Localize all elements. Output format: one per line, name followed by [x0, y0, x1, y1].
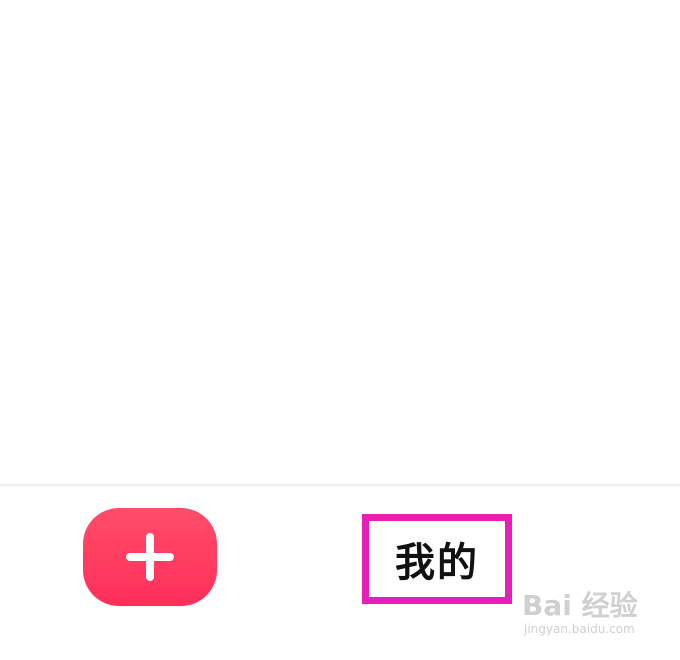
watermark-url: jingyan.baidu.com: [524, 622, 635, 636]
app-screen: 我的 Bai 经验 jingyan.baidu.com: [0, 0, 680, 660]
watermark-main: Bai 经验: [522, 589, 638, 622]
bottom-tab-bar: 我的 Bai 经验 jingyan.baidu.com: [0, 484, 680, 660]
content-area: [0, 0, 680, 484]
watermark: Bai 经验 jingyan.baidu.com: [522, 584, 672, 650]
plus-icon: [126, 533, 174, 581]
tab-me-label: 我的: [395, 540, 479, 586]
add-button[interactable]: [83, 508, 217, 606]
tab-me[interactable]: 我的: [362, 514, 512, 604]
